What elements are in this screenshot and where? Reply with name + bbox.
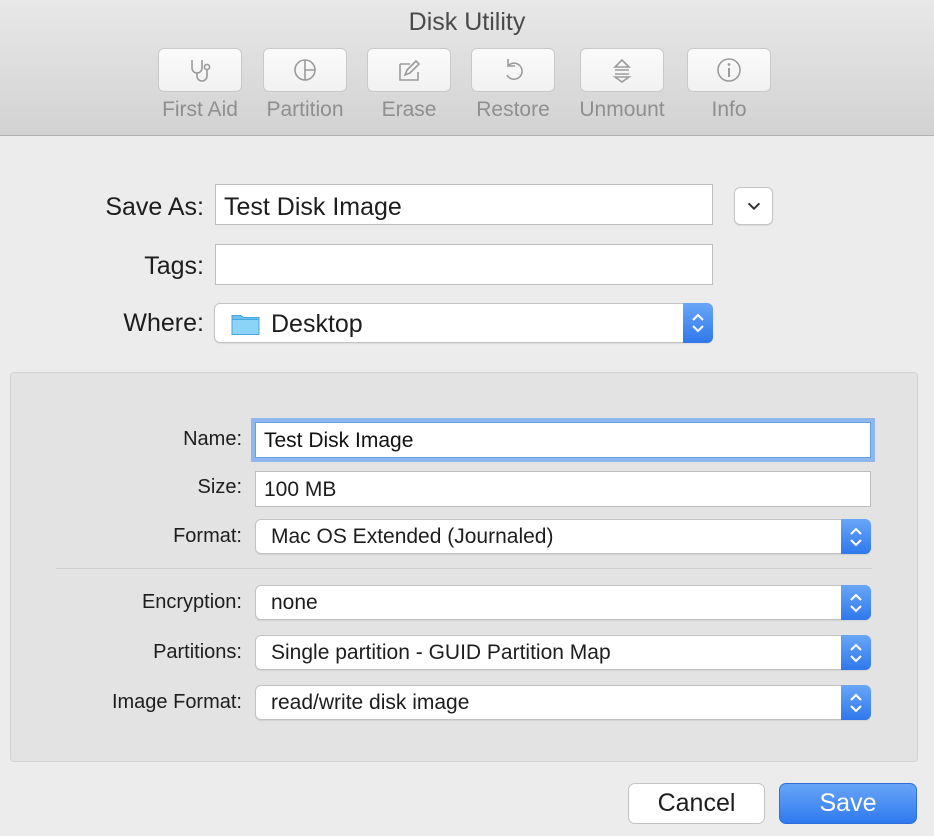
save-as-label: Save As: <box>105 193 204 221</box>
info-button[interactable] <box>687 48 771 92</box>
where-popup[interactable]: Desktop <box>214 303 713 343</box>
updown-chevron-icon <box>850 643 862 662</box>
where-stepper <box>683 303 713 343</box>
name-value: Test Disk Image <box>264 429 414 452</box>
format-popup[interactable]: Mac OS Extended (Journaled) <box>255 519 871 554</box>
toolbar-unmount[interactable]: Unmount <box>567 48 677 122</box>
encryption-stepper <box>841 585 871 620</box>
image-format-value: read/write disk image <box>271 691 470 714</box>
expand-dialog-button[interactable] <box>734 187 773 225</box>
info-icon <box>717 58 741 82</box>
name-label: Name: <box>183 428 242 450</box>
first-aid-button[interactable] <box>158 48 242 92</box>
tags-field[interactable] <box>215 244 713 285</box>
name-field[interactable]: Test Disk Image <box>255 422 871 458</box>
folder-icon <box>231 315 260 335</box>
toolbar-label: Unmount <box>579 98 665 121</box>
cancel-button[interactable]: Cancel <box>628 783 765 824</box>
erase-icon <box>399 59 421 81</box>
toolbar-label: Erase <box>381 98 437 121</box>
format-label: Format: <box>173 525 242 547</box>
format-stepper <box>841 519 871 554</box>
toolbar-label: Restore <box>476 98 550 121</box>
chevron-down-icon <box>747 202 761 211</box>
section-divider <box>56 568 872 569</box>
restore-button[interactable] <box>471 48 555 92</box>
toolbar-erase[interactable]: Erase <box>354 48 464 122</box>
encryption-label: Encryption: <box>141 591 242 613</box>
size-label: Size: <box>197 476 242 498</box>
tags-label: Tags: <box>144 252 204 280</box>
toolbar-info[interactable]: Info <box>674 48 784 122</box>
window-title: Disk Utility <box>408 8 526 36</box>
toolbar-label: Info <box>711 98 747 121</box>
format-value: Mac OS Extended (Journaled) <box>271 525 554 548</box>
partitions-label: Partitions: <box>153 641 242 663</box>
partition-button[interactable] <box>263 48 347 92</box>
encryption-popup[interactable]: none <box>255 585 871 620</box>
size-field[interactable]: 100 MB <box>255 471 871 507</box>
eject-icon <box>612 58 632 83</box>
toolbar-partition[interactable]: Partition <box>250 48 360 122</box>
updown-chevron-icon <box>850 693 862 712</box>
size-value: 100 MB <box>264 478 337 501</box>
title-bar: Disk Utility First Aid Partition Erase R… <box>0 0 934 136</box>
image-format-stepper <box>841 685 871 720</box>
save-as-field[interactable]: Test Disk Image <box>215 184 713 225</box>
where-label: Where: <box>123 309 204 337</box>
toolbar-first-aid[interactable]: First Aid <box>145 48 255 122</box>
save-button[interactable]: Save <box>779 783 917 824</box>
save-as-value: Test Disk Image <box>224 193 402 221</box>
pie-icon <box>294 59 316 81</box>
toolbar-label: First Aid <box>162 98 238 121</box>
updown-chevron-icon <box>692 313 704 333</box>
unmount-button[interactable] <box>580 48 664 92</box>
updown-chevron-icon <box>850 593 862 612</box>
updown-chevron-icon <box>850 527 862 546</box>
image-format-label: Image Format: <box>111 691 242 713</box>
where-value: Desktop <box>271 310 363 338</box>
image-format-popup[interactable]: read/write disk image <box>255 685 871 720</box>
erase-button[interactable] <box>367 48 451 92</box>
partitions-stepper <box>841 635 871 670</box>
toolbar-restore[interactable]: Restore <box>458 48 568 122</box>
encryption-value: none <box>271 591 318 614</box>
stethoscope-icon <box>191 60 211 82</box>
partitions-value: Single partition - GUID Partition Map <box>271 641 611 664</box>
toolbar-label: Partition <box>266 98 344 121</box>
partitions-popup[interactable]: Single partition - GUID Partition Map <box>255 635 871 670</box>
restore-icon <box>506 59 523 81</box>
